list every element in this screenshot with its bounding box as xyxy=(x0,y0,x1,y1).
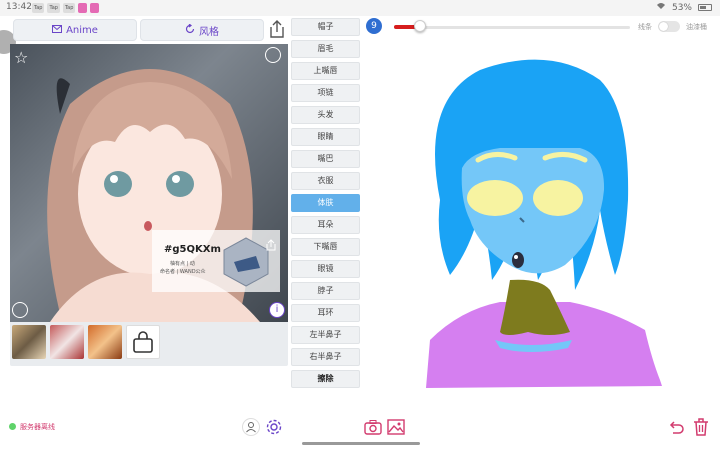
favorite-star-icon[interactable]: ☆ xyxy=(14,48,28,67)
user-icon[interactable] xyxy=(242,418,260,436)
part-button[interactable]: 下嘴唇 xyxy=(291,238,360,256)
fill-mode-toggle[interactable] xyxy=(658,21,680,32)
app-notification-icon xyxy=(90,3,99,13)
erase-button[interactable]: 擦除 xyxy=(291,370,360,388)
part-button[interactable]: 帽子 xyxy=(291,18,360,36)
info-icon[interactable]: i xyxy=(269,302,285,318)
part-button[interactable]: 脖子 xyxy=(291,282,360,300)
notification-chip: Tap xyxy=(32,3,45,13)
battery-percent: 53% xyxy=(671,2,692,13)
part-button[interactable]: 左半鼻子 xyxy=(291,326,360,344)
mouth-stroke xyxy=(512,252,524,268)
copy-icon[interactable] xyxy=(265,47,281,63)
part-button[interactable]: 耳朵 xyxy=(291,216,360,234)
part-list: 帽子眉毛上嘴唇项链头发眼睛嘴巴衣服体肤耳朵下嘴唇眼镜脖子耳环左半鼻子右半鼻子擦除 xyxy=(291,18,360,392)
wifi-icon xyxy=(656,2,666,13)
brush-size-slider[interactable] xyxy=(394,26,630,29)
part-button[interactable]: 眼睛 xyxy=(291,128,360,146)
trash-icon[interactable] xyxy=(692,417,710,436)
mail-icon xyxy=(52,24,63,36)
portrait-namer: 命名者 | WAND公众 xyxy=(160,269,206,275)
undo-icon[interactable] xyxy=(667,418,685,436)
right-eye-stroke xyxy=(533,180,583,216)
battery-icon xyxy=(698,4,712,11)
portrait-code: #g5QKXm xyxy=(164,244,221,255)
gallery-icon[interactable] xyxy=(387,419,405,437)
app-notification-icon xyxy=(78,3,88,13)
part-button[interactable]: 右半鼻子 xyxy=(291,348,360,366)
part-button[interactable]: 嘴巴 xyxy=(291,150,360,168)
left-eye-stroke xyxy=(467,180,523,216)
share-icon[interactable] xyxy=(268,19,286,39)
seal-card: #g5QKXm 柚有点 | 动 命名者 | WAND公众 xyxy=(152,230,280,292)
brush-size-slider-handle[interactable] xyxy=(414,20,426,32)
seal-share-icon[interactable] xyxy=(265,236,277,251)
refresh-icon xyxy=(185,23,195,37)
brush-size-badge[interactable]: 9 xyxy=(366,18,382,34)
part-button[interactable]: 衣服 xyxy=(291,172,360,190)
server-status-dot xyxy=(9,423,16,430)
shopping-bag-icon[interactable] xyxy=(126,325,160,359)
server-status-text: 服务器离线 xyxy=(20,423,55,431)
notification-chip: Tap xyxy=(47,3,60,13)
drawing-canvas[interactable] xyxy=(400,40,700,390)
part-button[interactable]: 体肤 xyxy=(291,194,360,212)
thumbnail-strip xyxy=(12,325,160,359)
notification-icons: Tap Tap Tap xyxy=(32,3,99,13)
style-button[interactable]: 风格 xyxy=(140,19,264,41)
part-button[interactable]: 眉毛 xyxy=(291,40,360,58)
fill-mode-label: 油漆桶 xyxy=(686,23,707,31)
thumbnail-item[interactable] xyxy=(12,325,46,359)
thumbnail-item[interactable] xyxy=(88,325,122,359)
anime-button[interactable]: Anime xyxy=(13,19,137,41)
part-button[interactable]: 耳环 xyxy=(291,304,360,322)
part-button[interactable]: 头发 xyxy=(291,106,360,124)
home-indicator xyxy=(302,442,420,445)
gear-icon[interactable] xyxy=(265,418,283,436)
part-button[interactable]: 项链 xyxy=(291,84,360,102)
camera-icon[interactable] xyxy=(364,419,382,437)
clock: 13:42 xyxy=(6,2,32,12)
style-label: 风格 xyxy=(199,26,219,38)
part-button[interactable]: 眼镜 xyxy=(291,260,360,278)
portrait-author: 柚有点 | 动 xyxy=(170,261,195,267)
anime-label: Anime xyxy=(66,24,98,36)
thumbnail-item[interactable] xyxy=(50,325,84,359)
status-bar: 13:42 Tap Tap Tap 53% xyxy=(0,0,720,16)
part-button[interactable]: 上嘴唇 xyxy=(291,62,360,80)
line-mode-label: 线条 xyxy=(638,23,652,31)
upload-icon[interactable] xyxy=(12,302,28,318)
notification-chip: Tap xyxy=(62,3,76,13)
